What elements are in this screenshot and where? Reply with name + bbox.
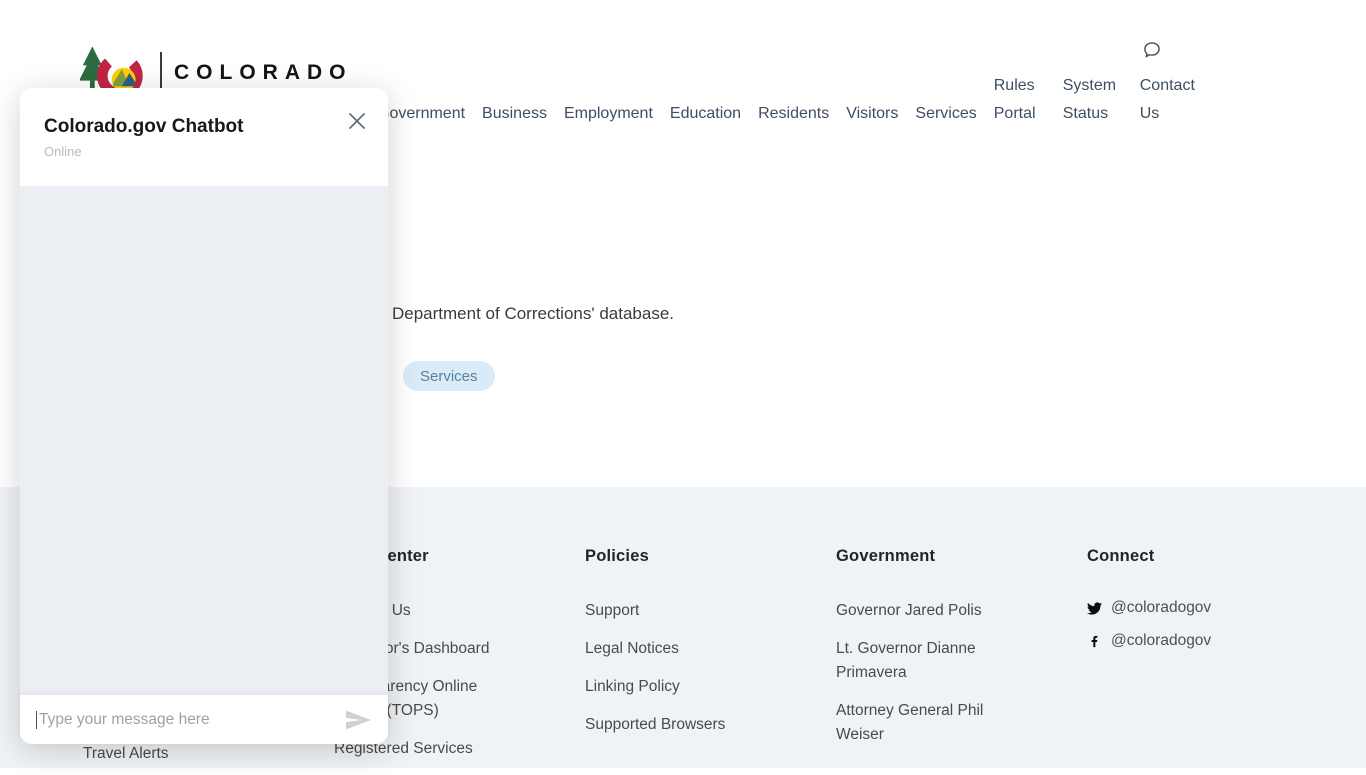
nav-item-services[interactable]: Services	[915, 100, 976, 128]
footer-header-policies: Policies	[585, 547, 775, 566]
footer-link-attorney-general[interactable]: Attorney General Phil Weiser	[836, 699, 1026, 747]
chatbot-message-input[interactable]	[39, 711, 345, 729]
chatbot-input-row	[20, 695, 388, 744]
facebook-icon	[1087, 634, 1102, 649]
footer-column-government: Government Governor Jared Polis Lt. Gove…	[836, 547, 1026, 761]
nav-item-employment[interactable]: Employment	[564, 100, 653, 128]
footer-column-connect: Connect @coloradogov @coloradogov	[1087, 547, 1307, 665]
footer-link-supported-browsers[interactable]: Supported Browsers	[585, 713, 775, 737]
chatbot-status: Online	[44, 144, 364, 159]
nav-item-education[interactable]: Education	[670, 100, 741, 128]
footer-link-support[interactable]: Support	[585, 599, 775, 623]
text-caret	[36, 711, 37, 729]
chatbot-conversation-area	[20, 186, 388, 695]
chatbot-panel: Colorado.gov Chatbot Online	[20, 88, 388, 744]
footer-link-twitter[interactable]: @coloradogov	[1087, 599, 1307, 617]
nav-item-residents[interactable]: Residents	[758, 100, 829, 128]
footer-link-legal-notices[interactable]: Legal Notices	[585, 637, 775, 661]
twitter-icon	[1087, 601, 1102, 616]
top-nav: Government Business Employment Education…	[377, 40, 1208, 128]
footer-link-lt-governor[interactable]: Lt. Governor Dianne Primavera	[836, 637, 1026, 685]
footer-header-government: Government	[836, 547, 1026, 566]
chat-bubble-icon	[1142, 40, 1162, 60]
nav-item-contact-us[interactable]: Contact Us	[1140, 40, 1208, 128]
page-description-fragment: Department of Corrections' database.	[392, 304, 674, 324]
twitter-handle: @coloradogov	[1111, 599, 1211, 617]
chatbot-send-button[interactable]	[345, 710, 372, 730]
nav-item-government[interactable]: Government	[377, 100, 465, 128]
send-icon	[345, 710, 372, 730]
chatbot-header: Colorado.gov Chatbot Online	[20, 88, 388, 186]
nav-item-visitors[interactable]: Visitors	[846, 100, 898, 128]
footer-link-facebook[interactable]: @coloradogov	[1087, 632, 1307, 650]
brand-wordmark: COLORADO	[174, 61, 353, 85]
footer-link-travel-alerts[interactable]: Travel Alerts	[83, 742, 169, 766]
chatbot-title: Colorado.gov Chatbot	[44, 116, 364, 138]
nav-item-rules-portal[interactable]: Rules Portal	[994, 72, 1046, 128]
facebook-handle: @coloradogov	[1111, 632, 1211, 650]
close-icon	[348, 112, 366, 130]
chatbot-close-button[interactable]	[344, 108, 370, 134]
footer-header-connect: Connect	[1087, 547, 1307, 566]
nav-item-contact-us-label: Contact Us	[1140, 72, 1208, 128]
nav-item-business[interactable]: Business	[482, 100, 547, 128]
services-tag-badge[interactable]: Services	[403, 361, 495, 391]
page: COLORADO Government Business Employment …	[0, 0, 1366, 768]
footer-column-policies: Policies Support Legal Notices Linking P…	[585, 547, 775, 751]
nav-item-system-status[interactable]: System Status	[1063, 72, 1123, 128]
footer-link-linking-policy[interactable]: Linking Policy	[585, 675, 775, 699]
footer-link-governor[interactable]: Governor Jared Polis	[836, 599, 1026, 623]
